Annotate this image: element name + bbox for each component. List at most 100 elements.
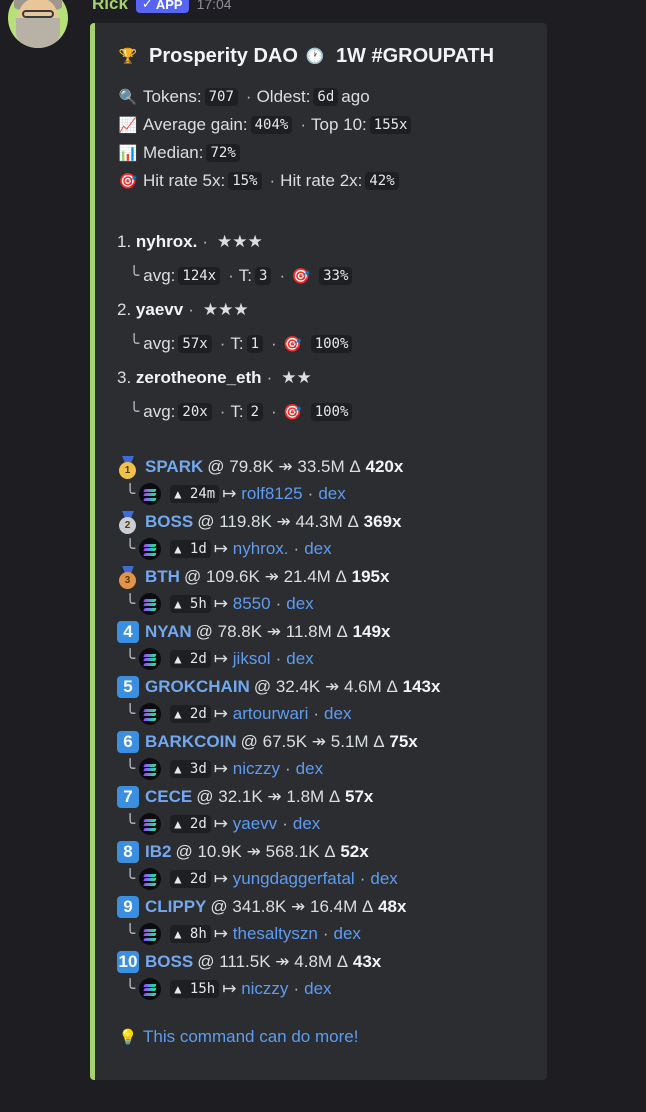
dex-link[interactable]: dex xyxy=(286,594,313,614)
timestamp[interactable]: 17:04 xyxy=(197,0,232,12)
delta-icon: Δ xyxy=(328,786,341,806)
reply-arrow-icon: ╰ xyxy=(129,266,140,285)
caller-link[interactable]: 8550 xyxy=(233,594,271,614)
dex-link[interactable]: dex xyxy=(286,649,313,669)
dex-link[interactable]: dex xyxy=(304,539,331,559)
dex-link[interactable]: dex xyxy=(304,979,331,999)
username[interactable]: Rick xyxy=(92,0,128,14)
separator: · xyxy=(271,334,277,353)
peak-mcap: 44.3M xyxy=(295,511,343,531)
delta-icon: Δ xyxy=(349,456,361,476)
mapsto-icon: ↦ xyxy=(213,594,229,614)
separator: · xyxy=(300,115,306,134)
arrow-icon: ↠ xyxy=(246,841,261,861)
dex-link[interactable]: dex xyxy=(296,759,323,779)
hit2-label: Hit rate 2x: xyxy=(280,171,363,190)
token-ticker[interactable]: SPARK xyxy=(145,457,203,477)
arrow-icon: ↠ xyxy=(278,456,293,476)
leader-name: nyhrox. xyxy=(135,232,198,251)
caller-link[interactable]: niczzy xyxy=(233,759,280,779)
peak-mcap: 33.5M xyxy=(297,456,345,476)
leader-row: 2. yaevv · ★★★ xyxy=(117,293,527,327)
clock-icon: 🕐 xyxy=(305,48,325,65)
footer-hint: 💡 This command can do more! xyxy=(117,1023,527,1051)
arrow-icon: ↠ xyxy=(276,511,291,531)
at-sign: @ xyxy=(240,731,258,751)
caller-link[interactable]: yungdaggerfatal xyxy=(233,869,355,889)
oldest-suffix: ago xyxy=(341,87,370,106)
token-ticker[interactable]: CECE xyxy=(145,787,192,807)
solana-icon xyxy=(139,593,162,616)
token-detail: ╰ ▲ 2d ↦ yaevv · dex xyxy=(117,811,527,839)
arrow-icon: ↠ xyxy=(325,676,340,696)
solana-icon xyxy=(139,758,162,781)
arrow-icon: ↠ xyxy=(264,566,279,586)
token-ticker[interactable]: IB2 xyxy=(145,842,171,862)
leader-hit: 33% xyxy=(319,267,353,285)
token-row: 6 BARKCOIN @ 67.5K ↠ 5.1M Δ 75x xyxy=(117,728,527,756)
solana-icon xyxy=(139,538,162,561)
token-ticker[interactable]: BOSS xyxy=(145,952,193,972)
separator: · xyxy=(275,649,282,669)
delta-icon: Δ xyxy=(373,731,385,751)
mapsto-icon: ↦ xyxy=(213,924,229,944)
caller-link[interactable]: artourwari xyxy=(233,704,309,724)
token-ticker[interactable]: BTH xyxy=(145,567,180,587)
more-commands-link[interactable]: This command can do more! xyxy=(143,1027,358,1047)
caller-link[interactable]: yaevv xyxy=(233,814,277,834)
top10-value: 155x xyxy=(369,116,412,134)
token-ticker[interactable]: CLIPPY xyxy=(145,897,206,917)
caller-link[interactable]: niczzy xyxy=(241,979,288,999)
caller-link[interactable]: thesaltyszn xyxy=(233,924,318,944)
t-label: T: xyxy=(230,402,244,421)
token-row: 7 CECE @ 32.1K ↠ 1.8M Δ 57x xyxy=(117,783,527,811)
separator: · xyxy=(359,869,366,889)
dex-link[interactable]: dex xyxy=(318,484,345,504)
token-row: 2 BOSS @ 119.8K ↠ 44.3M Δ 369x xyxy=(117,508,527,536)
avatar[interactable] xyxy=(8,0,68,48)
dex-link[interactable]: dex xyxy=(324,704,351,724)
delta-icon: Δ xyxy=(335,566,347,586)
token-row: 10 BOSS @ 111.5K ↠ 4.8M Δ 43x xyxy=(117,948,527,976)
target-icon: 🎯 xyxy=(283,336,303,353)
leader-detail: ╰ avg: 57x · T: 1 · 🎯 100% xyxy=(117,327,527,361)
triangle-up-icon: ▲ xyxy=(174,597,182,612)
dex-link[interactable]: dex xyxy=(293,814,320,834)
caller-link[interactable]: rolf8125 xyxy=(241,484,302,504)
multiplier: 369x xyxy=(363,511,402,531)
avg-gain-value: 404% xyxy=(250,116,293,134)
reply-arrow-icon: ╰ xyxy=(125,484,136,504)
stats-line-median: 📊 Median: 72% xyxy=(117,139,527,167)
dex-link[interactable]: dex xyxy=(333,924,360,944)
token-ticker[interactable]: NYAN xyxy=(145,622,192,642)
token-ticker[interactable]: BOSS xyxy=(145,512,193,532)
dex-link[interactable]: dex xyxy=(370,869,397,889)
token-row: 4 NYAN @ 78.8K ↠ 11.8M Δ 149x xyxy=(117,618,527,646)
medal-icon: 1 xyxy=(117,455,139,479)
t-label: T: xyxy=(238,266,253,285)
token-age: ▲ 2d xyxy=(170,650,211,669)
leader-hit: 100% xyxy=(310,335,353,353)
star-rating: ★★★ xyxy=(217,232,263,251)
mapsto-icon: ↦ xyxy=(222,484,237,504)
top10-label: Top 10: xyxy=(311,115,367,134)
token-ticker[interactable]: BARKCOIN xyxy=(145,732,237,752)
separator: · xyxy=(202,232,208,251)
avg-label: avg: xyxy=(143,334,176,353)
rank-badge: 6 xyxy=(117,730,139,753)
separator: · xyxy=(293,979,300,999)
token-ticker[interactable]: GROKCHAIN xyxy=(145,677,250,697)
arrow-icon: ↠ xyxy=(291,896,306,916)
median-label: Median: xyxy=(143,143,204,162)
token-list: 1 SPARK @ 79.8K ↠ 33.5M Δ 420x ╰ ▲ 24m ↦ rolf… xyxy=(117,453,527,1003)
token-detail: ╰ ▲ 8h ↦ thesaltyszn · dex xyxy=(117,921,527,949)
caller-link[interactable]: jiksol xyxy=(233,649,271,669)
caller-link[interactable]: nyhrox. xyxy=(233,539,289,559)
triangle-up-icon: ▲ xyxy=(174,982,182,997)
rank-badge: 9 xyxy=(117,895,139,918)
trophy-icon: 🏆 xyxy=(118,48,138,65)
leader-hit: 100% xyxy=(310,403,353,421)
token-detail: ╰ ▲ 1d ↦ nyhrox. · dex xyxy=(117,536,527,564)
mapsto-icon: ↦ xyxy=(213,869,229,889)
leader-rank: 3. xyxy=(117,368,132,387)
